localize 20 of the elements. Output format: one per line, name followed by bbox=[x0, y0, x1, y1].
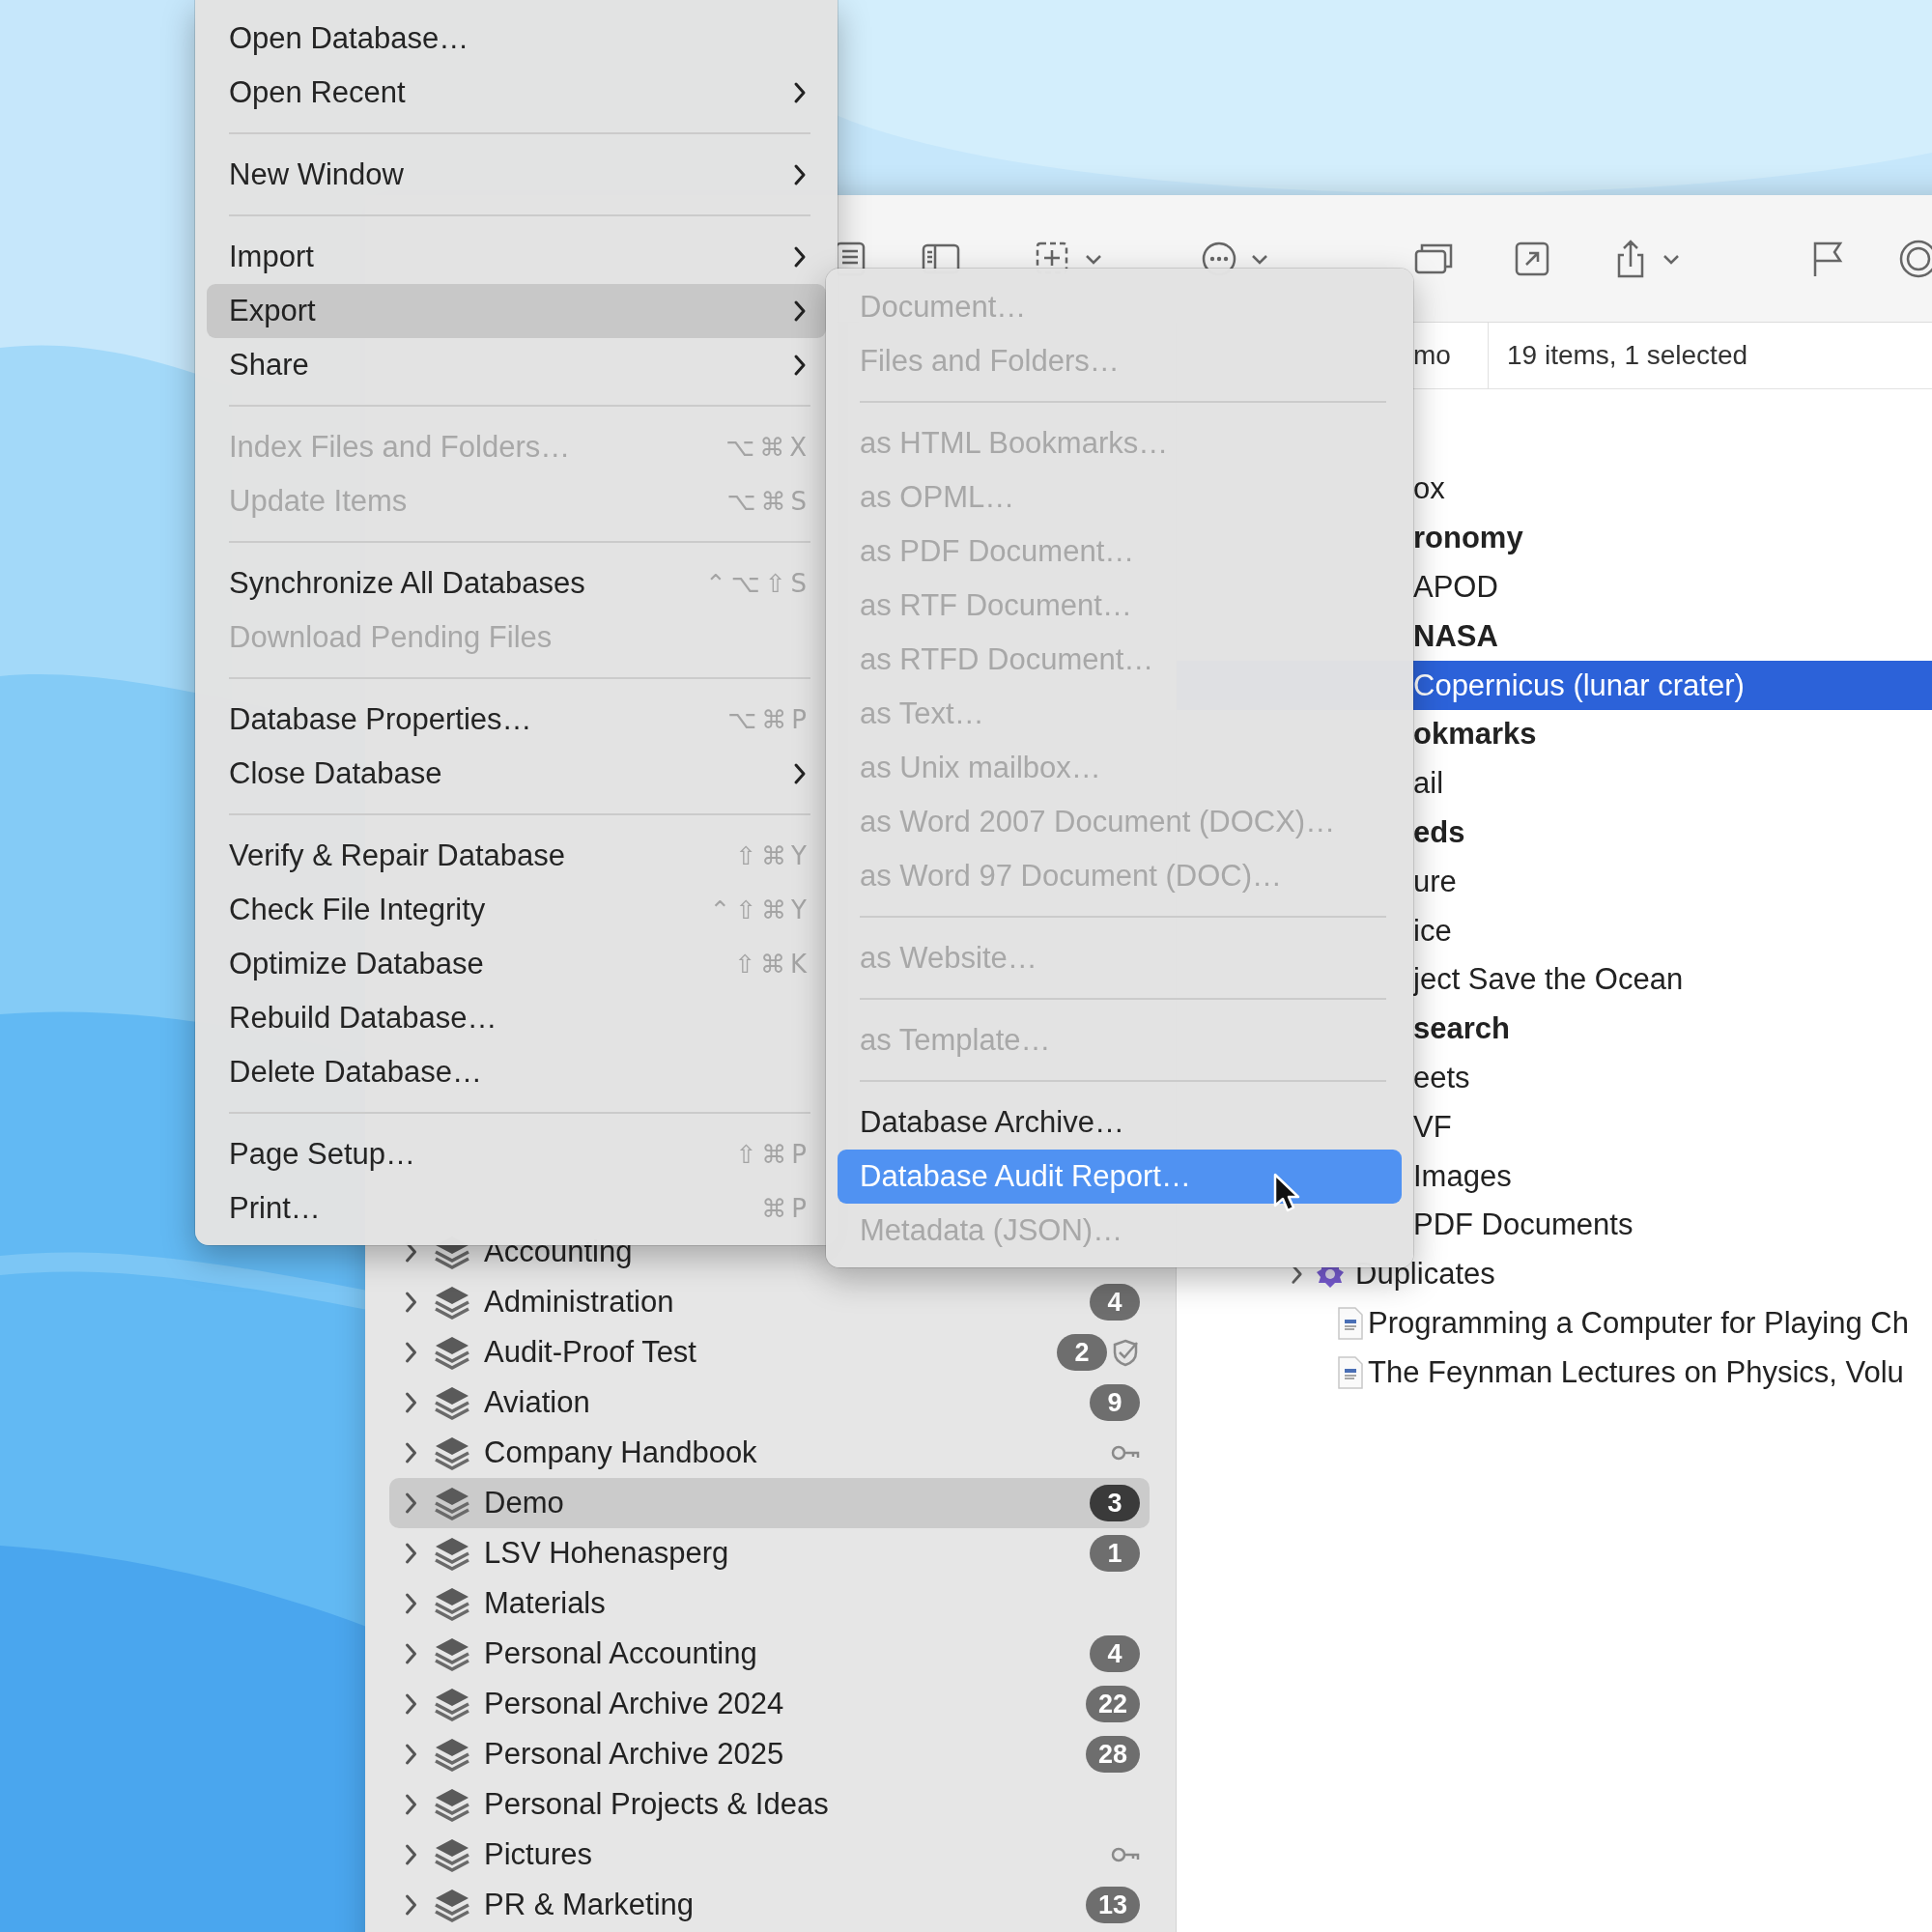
keyboard-shortcut: ⌥⌘X bbox=[725, 433, 811, 462]
path-label: mo bbox=[1413, 340, 1452, 371]
keyboard-shortcut: ⇧⌘P bbox=[735, 1140, 811, 1169]
count-badge: 28 bbox=[1085, 1736, 1140, 1773]
count-badge: 13 bbox=[1085, 1887, 1140, 1923]
count-badge: 1 bbox=[1090, 1535, 1140, 1572]
item-count: 19 items, 1 selected bbox=[1507, 340, 1748, 371]
keyboard-shortcut: ⌃⇧⌘Y bbox=[709, 895, 811, 924]
count-badge: 4 bbox=[1090, 1284, 1140, 1321]
keyboard-shortcut: ⌥⌘P bbox=[727, 705, 811, 734]
count-badge: 2 bbox=[1057, 1334, 1107, 1371]
count-badge: 3 bbox=[1090, 1485, 1140, 1521]
keyboard-shortcut: ⌃⌥⇧S bbox=[704, 569, 811, 598]
keyboard-shortcut: ⇧⌘Y bbox=[735, 841, 811, 870]
count-badge: 9 bbox=[1090, 1384, 1140, 1421]
keyboard-shortcut: ⌘P bbox=[761, 1194, 811, 1223]
count-badge: 4 bbox=[1090, 1635, 1140, 1672]
keyboard-shortcut: ⌥⌘S bbox=[726, 487, 811, 516]
count-badge: 22 bbox=[1085, 1686, 1140, 1722]
keyboard-shortcut: ⇧⌘K bbox=[734, 950, 811, 979]
